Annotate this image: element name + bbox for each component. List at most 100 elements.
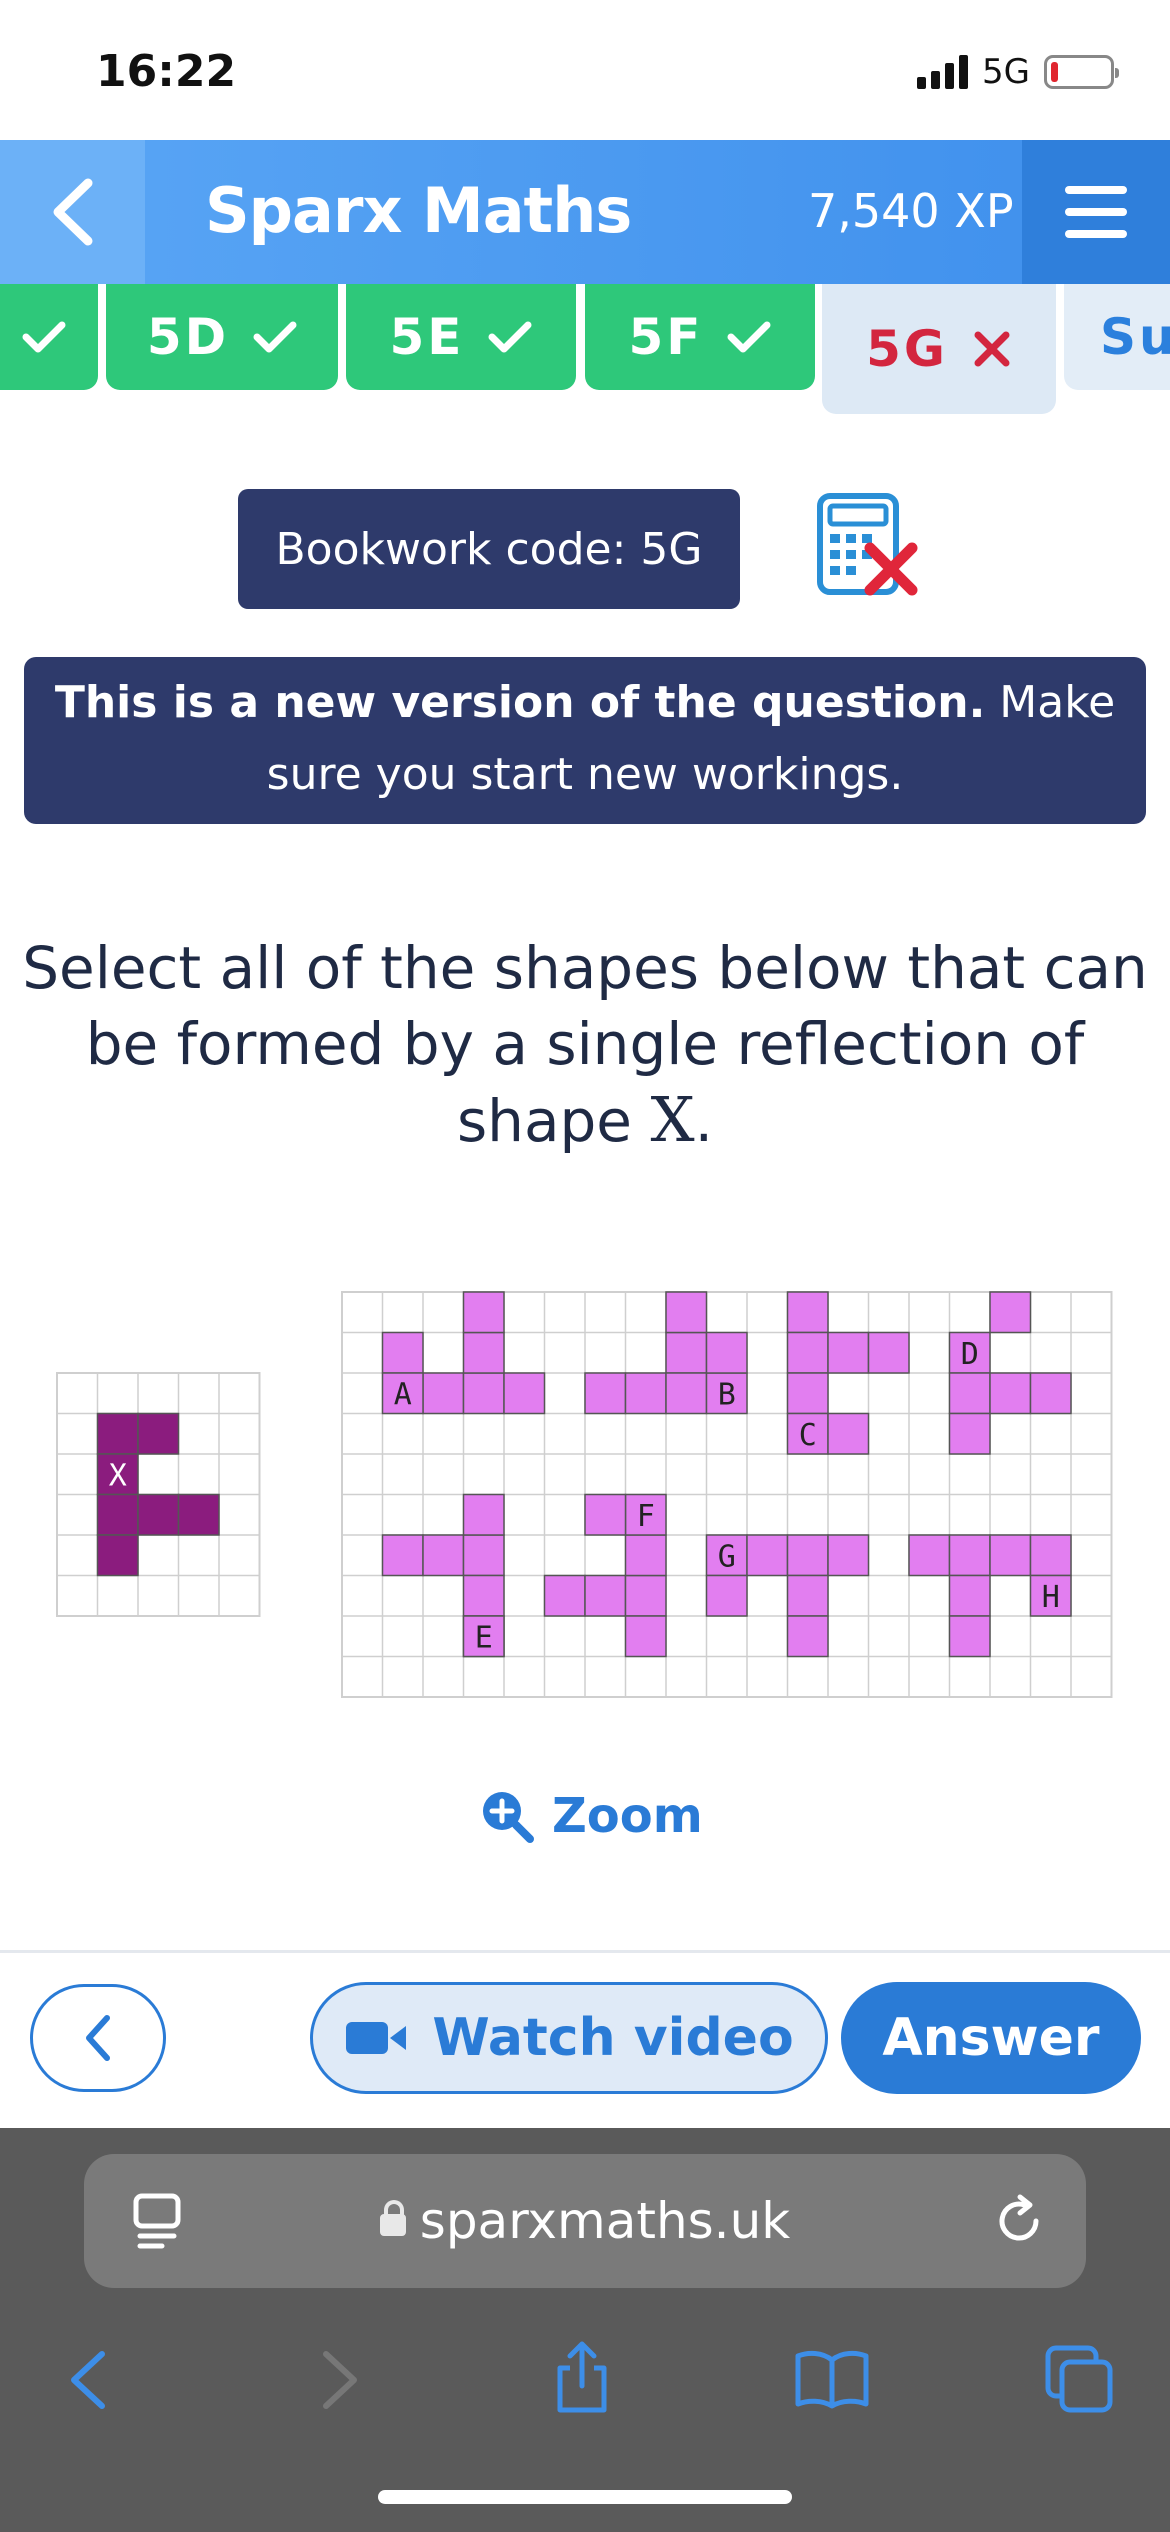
- shape-f-cell: [543, 1574, 586, 1617]
- zoom-button[interactable]: Zoom: [480, 1788, 703, 1844]
- shape-h-cell: [948, 1574, 991, 1617]
- question-end: .: [694, 1087, 714, 1155]
- reflection-figure[interactable]: X A B C D E F G H: [50, 1280, 1120, 1700]
- share-icon[interactable]: [550, 2340, 614, 2414]
- signal-icon: [917, 55, 969, 89]
- shape-f-label: F: [637, 1499, 655, 1534]
- url-text: sparxmaths.uk: [84, 2192, 1086, 2250]
- shape-f-cell: [624, 1574, 667, 1617]
- shape-d-cell: [989, 1372, 1032, 1415]
- network-label: 5G: [982, 52, 1030, 92]
- shape-x-cell: [137, 1412, 180, 1455]
- previous-button[interactable]: [30, 1984, 166, 2092]
- cross-icon: [974, 331, 1010, 367]
- shape-h-cell: [908, 1534, 951, 1577]
- shape-b-cell: [584, 1372, 627, 1415]
- browser-chrome: sparxmaths.uk: [0, 2128, 1170, 2532]
- shape-c-cell: [786, 1331, 829, 1374]
- tab-label: 5D: [146, 308, 230, 366]
- shape-g-cell: [786, 1615, 829, 1658]
- shape-e-cell: [462, 1574, 505, 1617]
- status-indicators: 5G: [917, 52, 1119, 92]
- tab-5f[interactable]: 5F: [585, 284, 815, 390]
- shape-d-label: D: [961, 1337, 979, 1372]
- shape-x-cell: [96, 1534, 139, 1577]
- shape-e-label: E: [475, 1620, 493, 1655]
- back-button[interactable]: [0, 140, 145, 284]
- shape-x-cell: [96, 1493, 139, 1536]
- app-header: Sparx Maths 7,540 XP: [0, 140, 1170, 284]
- shape-e-cell: [462, 1534, 505, 1577]
- calculator-not-allowed-icon: [817, 493, 918, 596]
- shape-a-cell: [381, 1331, 424, 1374]
- tab-5d[interactable]: 5D: [106, 284, 338, 390]
- shape-x-cell: [177, 1493, 220, 1536]
- shape-c-label: C: [799, 1418, 817, 1453]
- tab-previous[interactable]: [0, 284, 98, 390]
- bookmarks-icon[interactable]: [794, 2348, 870, 2410]
- shape-a-cell: [462, 1291, 505, 1334]
- status-bar: 16:22 5G: [0, 0, 1170, 140]
- watch-video-button[interactable]: Watch video: [310, 1982, 828, 2094]
- notice-bold: This is a new version of the question.: [54, 677, 986, 728]
- shape-g-label: G: [718, 1539, 736, 1574]
- tab-5e[interactable]: 5E: [346, 284, 576, 390]
- browser-toolbar: [0, 2318, 1170, 2438]
- shape-a-cell: [503, 1372, 546, 1415]
- tabs-icon[interactable]: [1044, 2344, 1114, 2414]
- check-icon: [727, 321, 771, 353]
- xp-counter: 7,540 XP: [808, 184, 1014, 238]
- tab-5g[interactable]: 5G: [822, 284, 1056, 414]
- browser-forward-icon[interactable]: [318, 2348, 362, 2412]
- shape-b-label: B: [718, 1377, 736, 1412]
- question-text: Select all of the shapes below that can …: [0, 930, 1170, 1159]
- tab-summary[interactable]: Su: [1064, 284, 1170, 390]
- shape-c-cell: [867, 1331, 910, 1374]
- question-body: Select all of the shapes below that can …: [22, 934, 1148, 1155]
- shape-c-cell: [786, 1291, 829, 1334]
- watch-video-label: Watch video: [432, 2008, 794, 2068]
- shape-h-cell: [948, 1615, 991, 1658]
- shape-d-cell: [989, 1291, 1032, 1334]
- reload-icon[interactable]: [992, 2194, 1046, 2248]
- shape-x-label: X: [109, 1458, 127, 1493]
- task-tabs: 5D 5E 5F 5G Su: [0, 284, 1170, 414]
- hamburger-icon: [1065, 186, 1127, 194]
- answer-button[interactable]: Answer: [841, 1982, 1141, 2094]
- shape-f-cell: [624, 1534, 667, 1577]
- shape-h-cell: [1029, 1534, 1072, 1577]
- menu-button[interactable]: [1022, 140, 1170, 284]
- shape-g-cell: [746, 1534, 789, 1577]
- shape-c-cell: [827, 1331, 870, 1374]
- app-title: Sparx Maths: [205, 174, 632, 247]
- shape-x-cell: [137, 1493, 180, 1536]
- shape-c-cell: [827, 1412, 870, 1455]
- tab-label: Su: [1100, 308, 1170, 366]
- shape-g-cell: [827, 1534, 870, 1577]
- shape-b-cell: [624, 1372, 667, 1415]
- browser-back-icon[interactable]: [66, 2348, 110, 2412]
- shape-d-cell: [948, 1372, 991, 1415]
- shape-x-cell: [96, 1412, 139, 1455]
- url-label: sparxmaths.uk: [419, 2192, 791, 2250]
- shape-h-cell: [989, 1534, 1032, 1577]
- tab-label: 5G: [866, 320, 948, 378]
- shape-d-cell: [1029, 1372, 1072, 1415]
- bookwork-code: Bookwork code: 5G: [238, 489, 740, 609]
- shape-d-cell: [948, 1412, 991, 1455]
- shape-b-cell: [705, 1331, 748, 1374]
- shape-h-cell: [948, 1534, 991, 1577]
- shape-f-cell: [584, 1574, 627, 1617]
- question-shape-var: X: [650, 1083, 695, 1156]
- check-icon: [253, 321, 297, 353]
- lock-icon: [379, 2200, 406, 2236]
- check-icon: [488, 321, 532, 353]
- shape-g-cell: [786, 1574, 829, 1617]
- battery-icon: [1044, 55, 1119, 89]
- shape-f-cell: [624, 1615, 667, 1658]
- shape-b-cell: [665, 1291, 708, 1334]
- home-indicator: [378, 2490, 792, 2504]
- shape-a-cell: [422, 1372, 465, 1415]
- shape-g-cell: [705, 1574, 748, 1617]
- address-bar[interactable]: sparxmaths.uk: [84, 2154, 1086, 2288]
